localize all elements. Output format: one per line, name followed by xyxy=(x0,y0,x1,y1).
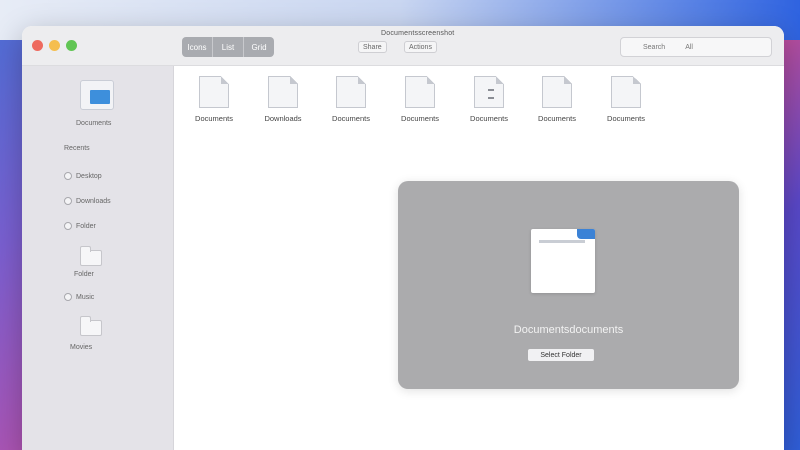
file-item[interactable]: Downloads xyxy=(247,76,319,123)
document-icon xyxy=(199,76,229,108)
file-item[interactable]: Documents xyxy=(521,76,593,123)
file-name: Documents xyxy=(538,114,576,123)
folder-tab-icon xyxy=(577,229,595,239)
document-icon xyxy=(336,76,366,108)
sidebar: Documents Recents Desktop Downloads Fold… xyxy=(22,66,174,450)
file-name: Documents xyxy=(332,114,370,123)
file-name: Documents xyxy=(607,114,645,123)
circle-icon xyxy=(64,197,72,205)
folder-icon xyxy=(80,246,102,266)
file-name: Documents xyxy=(195,114,233,123)
view-icons-button[interactable]: Icons xyxy=(182,37,213,57)
sidebar-item-recents[interactable]: Recents xyxy=(64,145,90,152)
window-title: Documentsscreenshot xyxy=(381,30,455,37)
sidebar-header: Documents xyxy=(76,120,112,127)
computer-icon xyxy=(80,80,114,110)
document-icon xyxy=(268,76,298,108)
document-icon xyxy=(531,229,595,293)
title-bar: Icons List Grid Documentsscreenshot Shar… xyxy=(22,26,784,66)
file-item[interactable]: Documents xyxy=(590,76,662,123)
file-name: Documents xyxy=(401,114,439,123)
file-item[interactable]: Documents xyxy=(178,76,250,123)
zoom-button[interactable] xyxy=(66,40,77,51)
file-name: Downloads xyxy=(264,114,302,123)
panel-title: Documentsdocuments xyxy=(513,324,624,336)
sidebar-item-label: Recents xyxy=(64,145,90,152)
minimize-button[interactable] xyxy=(49,40,60,51)
document-icon xyxy=(474,76,504,108)
select-folder-button[interactable]: Select Folder xyxy=(528,349,594,361)
sidebar-item-label: Downloads xyxy=(76,197,111,205)
file-browser: Documents Downloads Documents Documents … xyxy=(174,66,784,450)
view-segmented-control: Icons List Grid xyxy=(182,37,274,57)
sidebar-item-folder[interactable]: Folder xyxy=(64,222,96,230)
circle-icon xyxy=(64,172,72,180)
close-button[interactable] xyxy=(32,40,43,51)
view-list-button[interactable]: List xyxy=(213,37,244,57)
sidebar-item-downloads[interactable]: Downloads xyxy=(64,197,111,205)
view-grid-button[interactable]: Grid xyxy=(244,37,274,57)
sidebar-folder-label: Folder xyxy=(74,271,94,278)
circle-icon xyxy=(64,293,72,301)
share-button[interactable]: Share xyxy=(358,41,387,53)
folder-preview-panel: Documentsdocuments Select Folder xyxy=(398,181,739,389)
file-item[interactable]: Documents xyxy=(384,76,456,123)
search-field[interactable]: Search All xyxy=(620,37,772,57)
sidebar-item-label: Movies xyxy=(70,344,93,351)
sidebar-item-music[interactable]: Music xyxy=(64,293,94,301)
finder-window: Icons List Grid Documentsscreenshot Shar… xyxy=(22,26,784,450)
search-scope[interactable]: All xyxy=(685,44,693,51)
file-name: Documents xyxy=(470,114,508,123)
folder-icon xyxy=(80,316,102,336)
actions-button[interactable]: Actions xyxy=(404,41,437,53)
sidebar-item-label: Desktop xyxy=(76,172,102,180)
circle-icon xyxy=(64,222,72,230)
sidebar-item-movies[interactable]: Movies xyxy=(70,344,92,351)
document-icon xyxy=(611,76,641,108)
document-icon xyxy=(542,76,572,108)
search-input[interactable]: Search xyxy=(643,44,665,51)
file-item[interactable]: Documents xyxy=(315,76,387,123)
sidebar-item-label: Folder xyxy=(76,222,96,230)
sidebar-item-desktop[interactable]: Desktop xyxy=(64,172,102,180)
file-item[interactable]: Documents xyxy=(453,76,525,123)
document-header-bar xyxy=(539,240,585,243)
document-icon xyxy=(405,76,435,108)
sidebar-item-label: Music xyxy=(76,293,95,301)
